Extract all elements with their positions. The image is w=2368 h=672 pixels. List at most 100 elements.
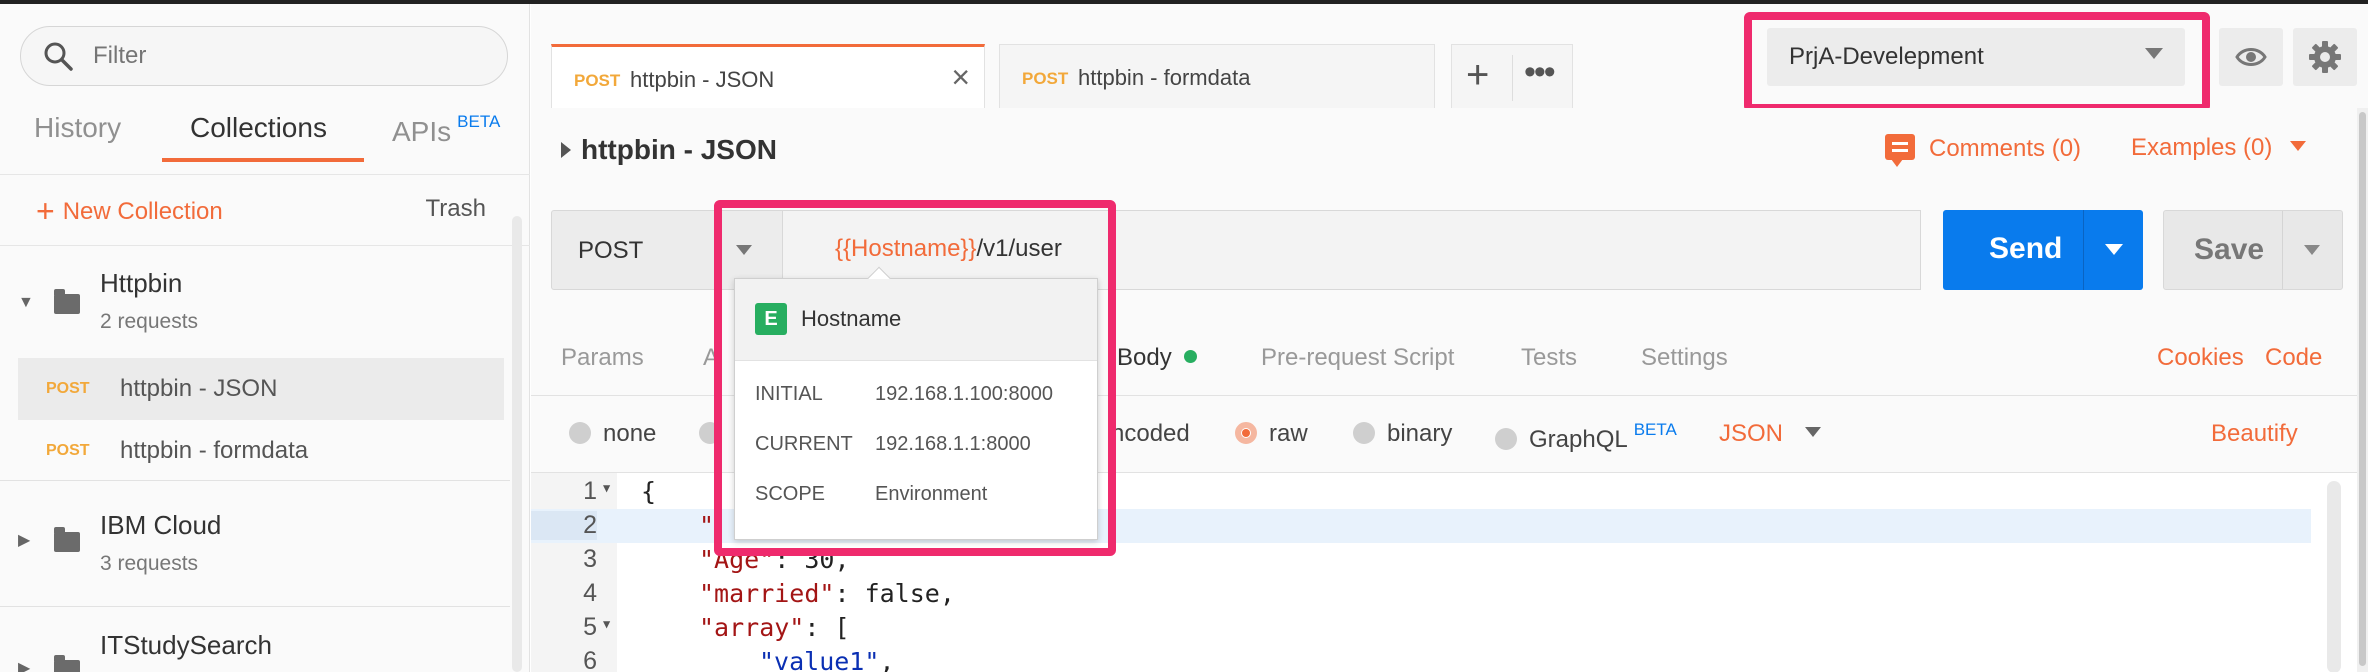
tab-body[interactable]: Body xyxy=(1117,344,1197,372)
radio-label: raw xyxy=(1269,420,1308,447)
radio-label: GraphQL xyxy=(1529,426,1628,453)
editor-scrollbar[interactable] xyxy=(2327,481,2341,672)
more-options-icon[interactable]: ••• xyxy=(1524,53,1556,92)
request-tab[interactable]: POST httpbin - formdata xyxy=(999,44,1435,110)
chevron-right-icon[interactable]: ▶ xyxy=(18,530,30,550)
line-number: 4 xyxy=(583,579,597,607)
filter-input[interactable] xyxy=(93,37,493,75)
chevron-down-icon[interactable] xyxy=(2105,244,2123,255)
send-label: Send xyxy=(1989,232,2063,265)
initial-value: 192.168.1.100:8000 xyxy=(875,383,1053,405)
divider xyxy=(1512,55,1513,101)
tab-apis[interactable]: APIs BETA xyxy=(392,112,500,148)
code-text: { xyxy=(641,477,657,506)
request-tab[interactable]: POST httpbin - JSON × xyxy=(551,44,985,110)
tab-tests[interactable]: Tests xyxy=(1521,344,1577,372)
beta-badge: BETA xyxy=(457,112,501,131)
chevron-right-icon[interactable]: ▶ xyxy=(18,658,30,672)
method-badge: POST xyxy=(46,442,90,459)
tab-pre-request-script[interactable]: Pre-request Script xyxy=(1261,344,1454,372)
new-tab-button[interactable]: + xyxy=(1466,53,1489,98)
radio-x-www-form-urlencoded[interactable]: ncoded xyxy=(1111,420,1190,448)
save-button[interactable]: Save xyxy=(2163,210,2343,290)
new-collection-label: New Collection xyxy=(62,198,223,225)
tab-tools: + ••• xyxy=(1451,44,1573,110)
divider xyxy=(2282,211,2283,289)
filter-box[interactable] xyxy=(20,26,508,86)
request-item[interactable]: POST httpbin - formdata xyxy=(18,420,504,482)
request-item[interactable]: POST httpbin - JSON xyxy=(18,358,504,420)
close-icon[interactable]: × xyxy=(951,59,970,96)
environment-settings-button[interactable] xyxy=(2293,28,2357,86)
radio-icon xyxy=(1353,422,1375,444)
line-number: 1 xyxy=(583,477,597,505)
tab-params[interactable]: Params xyxy=(561,344,644,372)
scope-row: SCOPE Environment xyxy=(755,483,987,506)
trash-button[interactable]: Trash xyxy=(426,195,486,223)
radio-label: ncoded xyxy=(1111,420,1190,447)
radio-graphql[interactable]: GraphQL BETA xyxy=(1495,420,1677,454)
fold-icon[interactable]: ▼ xyxy=(603,481,610,495)
tab-settings[interactable]: Settings xyxy=(1641,344,1728,372)
tab-history[interactable]: History xyxy=(34,112,121,144)
method-badge: POST xyxy=(574,71,621,90)
scope-value: Environment xyxy=(875,483,988,505)
sidebar-tabs: History Collections APIs BETA xyxy=(0,100,530,166)
examples-button[interactable]: Examples (0) xyxy=(2131,134,2307,162)
sidebar-scrollbar[interactable] xyxy=(512,216,522,672)
folder-icon xyxy=(54,289,80,314)
tab-title: httpbin - formdata xyxy=(1078,65,1251,90)
collection-httpbin[interactable]: ▼ Httpbin 2 requests xyxy=(0,254,510,354)
tab-bar: POST httpbin - JSON × POST httpbin - for… xyxy=(531,4,2368,112)
tab-apis-label: APIs xyxy=(392,116,452,147)
code-text: "married": false, xyxy=(699,579,955,608)
main-scrollbar[interactable] xyxy=(2357,108,2368,672)
line-number: 3 xyxy=(583,545,597,573)
gear-icon xyxy=(2309,41,2341,73)
folder-icon xyxy=(54,655,80,672)
folder-icon xyxy=(54,527,80,552)
radio-none[interactable]: none xyxy=(569,420,656,448)
radio-raw[interactable]: raw xyxy=(1235,420,1308,448)
environment-quick-look-button[interactable] xyxy=(2219,28,2283,86)
chevron-down-icon[interactable] xyxy=(2304,245,2320,255)
line-number: 2 xyxy=(531,511,597,540)
variable-name: Hostname xyxy=(801,306,902,331)
method-badge: POST xyxy=(1022,69,1069,88)
postman-window: History Collections APIs BETA + New Collec… xyxy=(0,0,2368,672)
format-select[interactable]: JSON xyxy=(1719,420,1822,448)
radio-icon xyxy=(1495,428,1517,450)
comments-label: Comments (0) xyxy=(1929,135,2082,162)
divider xyxy=(0,480,510,481)
beautify-button[interactable]: Beautify xyxy=(2211,420,2298,448)
code-key: "married" xyxy=(699,579,835,608)
chevron-down-icon[interactable]: ▼ xyxy=(18,294,34,312)
annotation-highlight xyxy=(1744,12,2210,112)
collection-ibm-cloud[interactable]: ▶ IBM Cloud 3 requests xyxy=(0,494,510,594)
send-button[interactable]: Send xyxy=(1943,210,2143,290)
fold-icon[interactable]: ▼ xyxy=(603,617,610,631)
code-text: " xyxy=(699,511,714,540)
current-row: CURRENT 192.168.1.1:8000 xyxy=(755,433,1031,456)
chevron-right-icon[interactable] xyxy=(561,142,571,158)
request-title-bar: httpbin - JSON Comments (0) Examples (0) xyxy=(531,108,2368,192)
beta-badge: BETA xyxy=(1633,420,1677,439)
code-link[interactable]: Code xyxy=(2265,344,2322,372)
popup-header: E Hostname xyxy=(735,279,1097,361)
radio-label: binary xyxy=(1387,420,1453,447)
variable-popup: E Hostname INITIAL 192.168.1.100:8000 CUR… xyxy=(734,266,1098,540)
request-name: httpbin - JSON xyxy=(120,375,278,402)
line-number: 6 xyxy=(583,647,597,672)
code-rest: : [ xyxy=(804,613,850,642)
radio-binary[interactable]: binary xyxy=(1353,420,1452,448)
collection-itstudysearch[interactable]: ▶ ITStudySearch xyxy=(0,614,510,672)
comment-icon xyxy=(1885,134,1915,167)
tab-collections[interactable]: Collections xyxy=(190,112,327,144)
cookies-link[interactable]: Cookies xyxy=(2157,344,2244,372)
code-line: 4 "married": false, xyxy=(531,577,2311,611)
new-collection-button[interactable]: + New Collection xyxy=(36,193,223,230)
save-label: Save xyxy=(2194,233,2265,266)
comments-button[interactable]: Comments (0) xyxy=(1885,134,2082,167)
format-value: JSON xyxy=(1719,420,1784,447)
environment-badge: E xyxy=(755,303,787,335)
